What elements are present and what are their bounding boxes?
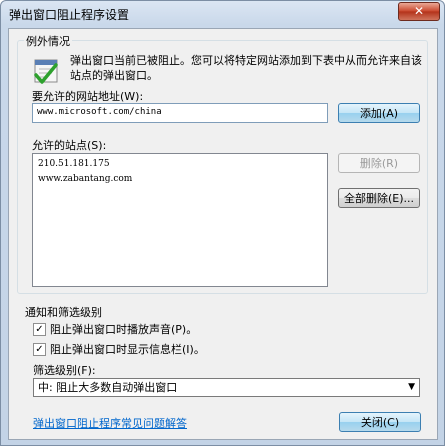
allowed-site-item[interactable]: www.zabantang.com <box>38 172 322 187</box>
show-infobar-checkbox[interactable]: ✓ 阻止弹出窗口时显示信息栏(I)。 <box>33 341 205 357</box>
exceptions-description: 弹出窗口当前已被阻止。您可以将特定网站添加到下表中从而允许来自该站点的弹出窗口。 <box>70 54 422 82</box>
address-label: 要允许的网站地址(W): <box>32 90 144 103</box>
play-sound-label: 阻止弹出窗口时播放声音(P)。 <box>50 323 198 336</box>
faq-link[interactable]: 弹出窗口阻止程序常见问题解答 <box>33 415 187 431</box>
window-title: 弹出窗口阻止程序设置 <box>9 8 130 22</box>
dialog-client-area: 例外情况 弹出窗口当前已被阻止。您可以将特定网站添加到下表中从而允许来自该站点的… <box>8 28 438 440</box>
allowed-site-item[interactable]: 210.51.181.175 <box>38 157 322 172</box>
filter-level-value: 中: 阻止大多数自动弹出窗口 <box>38 381 178 394</box>
remove-all-button[interactable]: 全部删除(E)... <box>338 188 420 208</box>
chevron-down-icon: ▼ <box>408 382 415 392</box>
notify-group-label: 通知和筛选级别 <box>25 306 102 319</box>
shield-check-icon <box>32 55 62 85</box>
filter-level-select[interactable]: 中: 阻止大多数自动弹出窗口 ▼ <box>33 378 420 397</box>
filter-level-label: 筛选级别(F): <box>33 364 96 377</box>
checkmark-icon: ✓ <box>33 322 46 336</box>
show-infobar-label: 阻止弹出窗口时显示信息栏(I)。 <box>50 343 205 356</box>
exceptions-group: 例外情况 弹出窗口当前已被阻止。您可以将特定网站添加到下表中从而允许来自该站点的… <box>17 33 428 294</box>
allowed-sites-list[interactable]: 210.51.181.175 www.zabantang.com <box>32 153 328 287</box>
checkmark-icon: ✓ <box>33 342 46 356</box>
exceptions-group-label: 例外情况 <box>24 33 72 49</box>
allowed-sites-label: 允许的站点(S): <box>32 139 107 152</box>
play-sound-checkbox[interactable]: ✓ 阻止弹出窗口时播放声音(P)。 <box>33 321 197 337</box>
window-close-button[interactable]: ✕ <box>398 2 440 21</box>
add-button[interactable]: 添加(A) <box>338 103 420 123</box>
popup-blocker-settings-window: 弹出窗口阻止程序设置 ✕ 例外情况 弹出窗口当前已被阻止。您可以将特定网站添加到… <box>0 0 445 446</box>
address-input[interactable]: www.microsoft.com/china <box>32 103 328 123</box>
title-bar[interactable]: 弹出窗口阻止程序设置 ✕ <box>1 1 444 25</box>
close-button[interactable]: 关闭(C) <box>339 412 421 432</box>
remove-button[interactable]: 删除(R) <box>338 153 420 173</box>
